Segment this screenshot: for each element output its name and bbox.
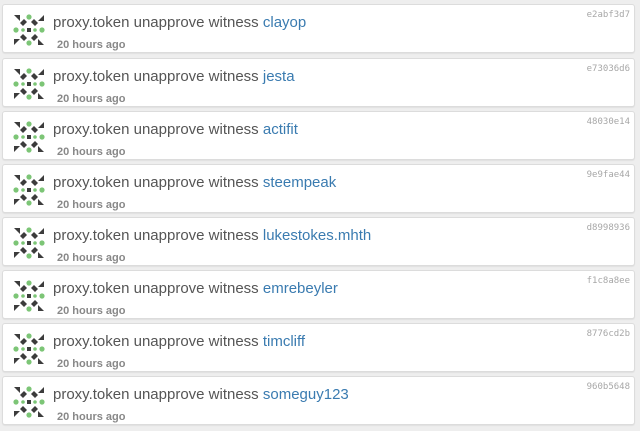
operation-action: unapprove witness (133, 14, 259, 31)
timestamp: 20 hours ago (57, 305, 126, 317)
operation-action: unapprove witness (133, 68, 259, 85)
operation-card: proxy.token unapprove witness actifit 20… (2, 111, 635, 160)
witness-link[interactable]: clayop (263, 14, 306, 31)
transaction-hash-link[interactable]: d8998936 (587, 223, 630, 234)
timestamp: 20 hours ago (57, 411, 126, 423)
operation-text: proxy.token unapprove witness clayop (53, 13, 306, 33)
operation-text: proxy.token unapprove witness lukestokes… (53, 226, 371, 246)
identicon-avatar-icon[interactable] (12, 279, 46, 313)
transaction-hash-link[interactable]: e2abf3d7 (587, 10, 630, 21)
witness-link[interactable]: jesta (263, 68, 295, 85)
operations-feed: proxy.token unapprove witness clayop 20 … (0, 0, 640, 431)
operation-action: unapprove witness (133, 333, 259, 350)
transaction-hash-link[interactable]: 9e9fae44 (587, 170, 630, 181)
timestamp: 20 hours ago (57, 146, 126, 158)
operation-action: unapprove witness (133, 174, 259, 191)
operation-card: proxy.token unapprove witness timcliff 2… (2, 323, 635, 372)
identicon-avatar-icon[interactable] (12, 385, 46, 419)
operation-card: proxy.token unapprove witness emrebeyler… (2, 270, 635, 319)
transaction-hash-link[interactable]: 960b5648 (587, 382, 630, 393)
witness-link[interactable]: actifit (263, 121, 298, 138)
transaction-hash-link[interactable]: 8776cd2b (587, 329, 630, 340)
transaction-hash-link[interactable]: f1c8a8ee (587, 276, 630, 287)
operation-action: unapprove witness (133, 386, 259, 403)
timestamp: 20 hours ago (57, 358, 126, 370)
identicon-avatar-icon[interactable] (12, 332, 46, 366)
transaction-hash-link[interactable]: 48030e14 (587, 117, 630, 128)
identicon-avatar-icon[interactable] (12, 226, 46, 260)
actor-name: proxy.token (53, 386, 130, 403)
identicon-avatar-icon[interactable] (12, 173, 46, 207)
operation-text: proxy.token unapprove witness actifit (53, 120, 298, 140)
operation-card: proxy.token unapprove witness someguy123… (2, 376, 635, 425)
operation-text: proxy.token unapprove witness jesta (53, 67, 295, 87)
identicon-avatar-icon[interactable] (12, 67, 46, 101)
timestamp: 20 hours ago (57, 252, 126, 264)
operation-action: unapprove witness (133, 280, 259, 297)
witness-link[interactable]: someguy123 (263, 386, 349, 403)
actor-name: proxy.token (53, 280, 130, 297)
witness-link[interactable]: lukestokes.mhth (263, 227, 371, 244)
witness-link[interactable]: emrebeyler (263, 280, 338, 297)
operation-text: proxy.token unapprove witness emrebeyler (53, 279, 338, 299)
operation-action: unapprove witness (133, 121, 259, 138)
operation-card: proxy.token unapprove witness steempeak … (2, 164, 635, 213)
operation-action: unapprove witness (133, 227, 259, 244)
witness-link[interactable]: steempeak (263, 174, 336, 191)
transaction-hash-link[interactable]: e73036d6 (587, 64, 630, 75)
timestamp: 20 hours ago (57, 93, 126, 105)
actor-name: proxy.token (53, 68, 130, 85)
identicon-avatar-icon[interactable] (12, 120, 46, 154)
operation-card: proxy.token unapprove witness jesta 20 h… (2, 58, 635, 107)
actor-name: proxy.token (53, 14, 130, 31)
timestamp: 20 hours ago (57, 39, 126, 51)
actor-name: proxy.token (53, 333, 130, 350)
timestamp: 20 hours ago (57, 199, 126, 211)
operation-text: proxy.token unapprove witness steempeak (53, 173, 336, 193)
actor-name: proxy.token (53, 174, 130, 191)
operation-text: proxy.token unapprove witness someguy123 (53, 385, 349, 405)
operation-card: proxy.token unapprove witness lukestokes… (2, 217, 635, 266)
actor-name: proxy.token (53, 227, 130, 244)
identicon-avatar-icon[interactable] (12, 13, 46, 47)
witness-link[interactable]: timcliff (263, 333, 305, 350)
operation-text: proxy.token unapprove witness timcliff (53, 332, 305, 352)
operation-card: proxy.token unapprove witness clayop 20 … (2, 4, 635, 53)
actor-name: proxy.token (53, 121, 130, 138)
